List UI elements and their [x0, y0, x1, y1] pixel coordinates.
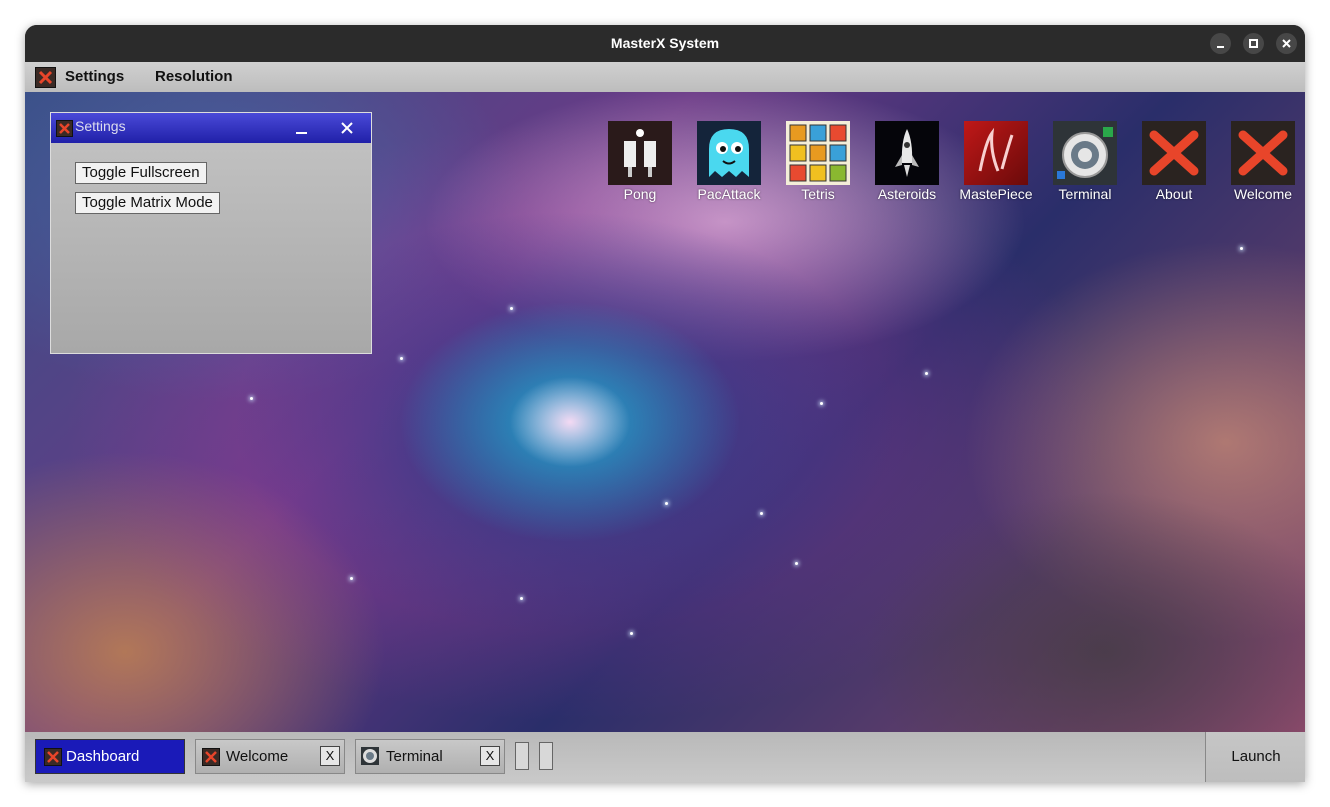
- close-icon: [1282, 39, 1291, 48]
- desktop-icon-asteroids[interactable]: Asteroids: [867, 121, 947, 202]
- masterpiece-icon: [964, 121, 1028, 185]
- terminal-icon: [361, 747, 379, 765]
- toggle-fullscreen-button[interactable]: Toggle Fullscreen: [75, 162, 207, 184]
- desktop-icon-label: Terminal: [1058, 186, 1112, 202]
- window-title: MasterX System: [610, 35, 720, 51]
- terminal-icon: [1053, 121, 1117, 185]
- desktop-icon-mastepiece[interactable]: MastePiece: [956, 121, 1036, 202]
- task-dashboard[interactable]: Dashboard: [35, 739, 185, 774]
- launch-button[interactable]: Launch: [1205, 732, 1305, 782]
- desktop-icon-tetris[interactable]: Tetris: [778, 121, 858, 202]
- settings-window[interactable]: Settings Toggle Fullscreen Toggle Matrix…: [50, 112, 372, 354]
- task-label: Welcome: [226, 748, 289, 765]
- menu-settings[interactable]: Settings: [65, 62, 124, 92]
- tetris-blocks-icon: [786, 121, 850, 185]
- x-logo-icon: [1231, 121, 1295, 185]
- task-close-button[interactable]: X: [480, 746, 500, 766]
- desktop-icon-label: MastePiece: [959, 186, 1033, 202]
- desktop-icon-label: Welcome: [1233, 186, 1293, 202]
- desktop-icon-about[interactable]: About: [1134, 121, 1214, 202]
- task-close-button[interactable]: X: [320, 746, 340, 766]
- pong-icon: [608, 121, 672, 185]
- task-welcome[interactable]: Welcome X: [195, 739, 345, 774]
- app-window: MasterX System Settings Resolution Pong …: [25, 25, 1305, 782]
- menu-resolution[interactable]: Resolution: [155, 62, 233, 92]
- ghost-icon: [697, 121, 761, 185]
- taskbar-slot[interactable]: [515, 742, 529, 770]
- rocket-icon: [875, 121, 939, 185]
- desktop-icon-label: About: [1155, 186, 1193, 202]
- toggle-matrix-mode-button[interactable]: Toggle Matrix Mode: [75, 192, 220, 214]
- settings-window-title: Settings: [75, 118, 126, 134]
- task-label: Dashboard: [66, 748, 140, 765]
- desktop-icon-pacattack[interactable]: PacAttack: [689, 121, 769, 202]
- desktop-icon-pong[interactable]: Pong: [600, 121, 680, 202]
- desktop-icon-label: Pong: [623, 186, 657, 202]
- x-logo-icon: [35, 67, 56, 88]
- taskbar: Dashboard Welcome X Terminal X Launch: [25, 732, 1305, 782]
- task-label: Terminal: [386, 748, 443, 765]
- minimize-button[interactable]: [1210, 33, 1231, 54]
- settings-window-titlebar[interactable]: Settings: [51, 113, 371, 143]
- desktop-icon-terminal[interactable]: Terminal: [1045, 121, 1125, 202]
- close-icon[interactable]: [339, 120, 355, 136]
- minimize-icon[interactable]: [294, 121, 310, 137]
- desktop-icon-label: Tetris: [801, 186, 835, 202]
- menu-bar: Settings Resolution: [25, 62, 1305, 92]
- close-button[interactable]: [1276, 33, 1297, 54]
- maximize-icon: [1249, 39, 1258, 48]
- task-terminal[interactable]: Terminal X: [355, 739, 505, 774]
- desktop-icon-welcome[interactable]: Welcome: [1223, 121, 1303, 202]
- taskbar-slot[interactable]: [539, 742, 553, 770]
- title-bar: MasterX System: [25, 25, 1305, 62]
- x-logo-icon: [1142, 121, 1206, 185]
- x-logo-icon: [56, 120, 73, 137]
- desktop-icon-label: PacAttack: [697, 186, 761, 202]
- x-logo-icon: [202, 748, 220, 766]
- desktop[interactable]: Pong PacAttack Tetris Asteroids MastePie…: [25, 92, 1305, 732]
- minimize-icon: [1217, 46, 1224, 48]
- x-logo-icon: [44, 748, 62, 766]
- maximize-button[interactable]: [1243, 33, 1264, 54]
- desktop-icon-label: Asteroids: [877, 186, 937, 202]
